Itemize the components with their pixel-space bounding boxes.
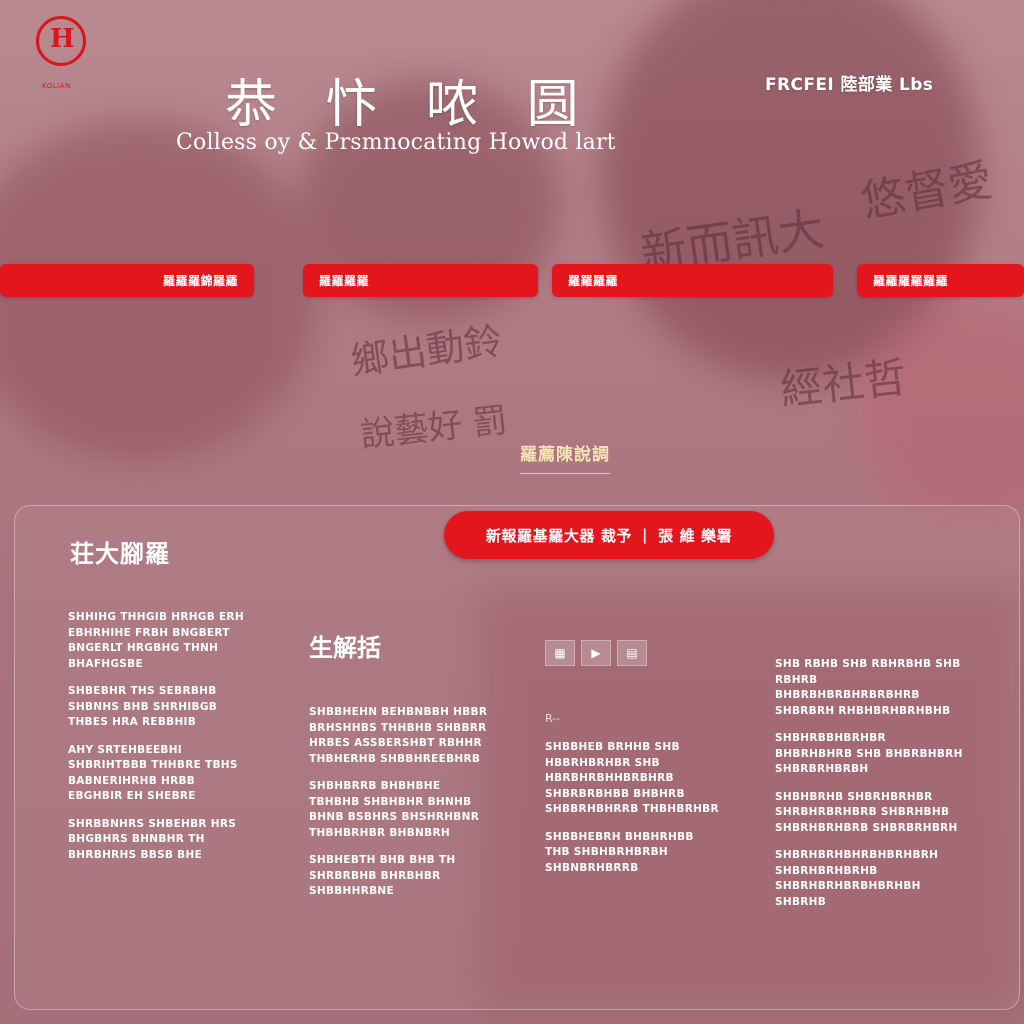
paragraph: SHBEBHR THS SEBRBHB SHBNHS BHB SHRHIBGB …: [68, 685, 218, 728]
gallery-icon[interactable]: ▤: [617, 640, 647, 666]
background-script-5: 說藝好 罰: [358, 400, 509, 456]
paragraph: SHBBHEBRH BHBHRHBB THB SHBHBRHBRBH SHBNB…: [545, 830, 694, 874]
media-label: R--: [545, 712, 561, 725]
paragraph: SHRBBNHRS SHBEHBR HRS BHGBHRS BHNBHR TH …: [68, 817, 237, 861]
center-featured-label[interactable]: 羅薦陳說調: [520, 440, 610, 474]
paragraph: SHBHRBBHBRHBR BHBRHBHRB SHB BHBRBHBRH SH…: [775, 732, 963, 775]
media-icons: ▦ ▶ ▤: [545, 640, 647, 666]
paragraph: SHBHBRHB SHBRHBRHBR SHRBHRBRHBRB SHBRHBH…: [775, 790, 958, 834]
nav-button-3[interactable]: 羅羅羅羅: [552, 264, 833, 297]
background-script-3: 經社哲: [778, 352, 909, 415]
logo-mark: H: [50, 24, 75, 54]
background-script-4: 鄉出動鈴: [348, 318, 505, 384]
logo[interactable]: H KOLIAN: [36, 16, 90, 90]
logo-caption: KOLIAN: [42, 82, 71, 90]
video-icon[interactable]: ▶: [581, 640, 611, 666]
paragraph: SHBBHEHN BEHBNBBH HBBR BRHSHHBS THHBHB S…: [309, 706, 488, 765]
background-script-2: 悠督愛: [857, 154, 997, 229]
nav-button-2[interactable]: 羅羅羅羅: [303, 264, 538, 297]
paragraph: AHY SRTEHBEEBHI SHBRIHTBBB THHBRE TBHS B…: [68, 743, 238, 803]
text-column-1: SHHIHG THHGIB HRHGB ERH EBHRHIHE FRBH BN…: [68, 610, 246, 875]
primary-cta-button[interactable]: 新報羅基羅大器 裁予 | 張 維 樂署: [444, 511, 774, 559]
cta-left-label: 新報羅基羅大器 裁予: [485, 526, 633, 545]
paragraph: SHBBHEB BRHHB SHB HBBRHBRHBR SHB HBRBHRB…: [545, 741, 719, 815]
cta-separator: |: [642, 526, 649, 544]
paragraph: SHBHBRRB BHBHBHE TBHBHB SHBHBHR BHNHB BH…: [309, 780, 480, 839]
text-column-2: SHBBHEHN BEHBNBBH HBBR BRHSHHBS THHBHB S…: [309, 705, 493, 912]
paragraph: SHHIHG THHGIB HRHGB ERH EBHRHIHE FRBH BN…: [68, 611, 244, 670]
paragraph: SHBHEBTH BHB BHB TH SHRBRBHB BHRBHBR SHB…: [309, 854, 456, 897]
paragraph: SHBRHBRHBHRBHBRHBRH SHBRHBRHBRHB SHBRHBR…: [775, 849, 939, 908]
site-title-english: Colless oy & Prsmnocating Howod lart: [176, 130, 616, 155]
top-right-link[interactable]: FRCFEI 陸部業 Lbs: [765, 70, 933, 95]
nav-button-4[interactable]: 羅羅羅羅羅羅: [857, 264, 1024, 297]
image-icon[interactable]: ▦: [545, 640, 575, 666]
paragraph: SHB RBHB SHB RBHRBHB SHB RBHRB BHBRBHBRB…: [775, 658, 961, 717]
text-column-3: SHBBHEB BRHHB SHB HBBRHBRHBR SHB HBRBHRB…: [545, 740, 720, 888]
text-column-4: SHB RBHB SHB RBHRBHB SHB RBHRB BHBRBHBRB…: [775, 657, 965, 922]
cta-right-label: 張 維 樂署: [658, 526, 733, 545]
site-title-chinese: 恭 忭 哝 圆: [225, 75, 595, 135]
section-title: 荘大腳羅: [70, 540, 170, 568]
column-title: 生解括: [309, 634, 381, 662]
nav-button-1[interactable]: 羅羅羅錦羅羅: [0, 264, 254, 297]
